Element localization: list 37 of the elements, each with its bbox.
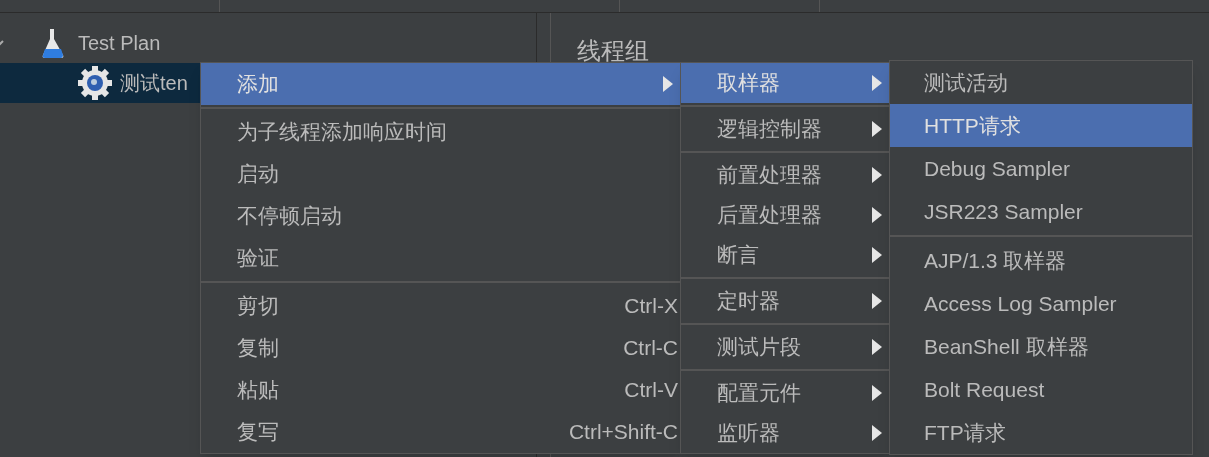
menu-item[interactable]: 测试活动 — [890, 61, 1192, 104]
tree-label: 测试ten — [120, 71, 188, 96]
menu-item[interactable]: 添加 — [201, 63, 680, 105]
menu-item[interactable]: 剪切 Ctrl-X — [201, 285, 680, 327]
menu-item[interactable]: 断言 — [681, 235, 889, 275]
menu-item[interactable]: 启动 — [201, 153, 680, 195]
menu-item[interactable]: 验证 — [201, 237, 680, 279]
menu-item[interactable]: 不停顿启动 — [201, 195, 680, 237]
shortcut-label: Ctrl-C — [623, 335, 679, 362]
menu-item[interactable]: Access Log Sampler — [890, 282, 1192, 325]
menu-item[interactable]: 取样器 — [681, 63, 889, 103]
menu-item[interactable]: Debug Sampler — [890, 147, 1192, 190]
menu-item[interactable]: 测试片段 — [681, 327, 889, 367]
tree-label: Test Plan — [78, 31, 161, 56]
flask-icon — [41, 27, 65, 59]
menu-item[interactable]: 前置处理器 — [681, 155, 889, 195]
panel-title: 线程组 — [577, 37, 650, 65]
menu-item[interactable]: 监听器 — [681, 413, 889, 453]
menu-item[interactable]: 粘贴 Ctrl-V — [201, 369, 680, 411]
menu-item[interactable]: Bolt Request — [890, 368, 1192, 411]
menu-item[interactable]: 为子线程添加响应时间 — [201, 111, 680, 153]
menu-item[interactable]: 逻辑控制器 — [681, 109, 889, 149]
shortcut-label: Ctrl-X — [624, 293, 679, 320]
menu-item[interactable]: 复写 Ctrl+Shift-C — [201, 411, 680, 453]
menu-item[interactable]: HTTP请求 — [890, 104, 1192, 147]
menu-item[interactable]: JSR223 Sampler — [890, 190, 1192, 233]
menu-item[interactable]: BeanShell 取样器 — [890, 325, 1192, 368]
menu-item[interactable]: 后置处理器 — [681, 195, 889, 235]
menu-item[interactable]: 复制 Ctrl-C — [201, 327, 680, 369]
shortcut-label: Ctrl+Shift-C — [568, 419, 679, 446]
menu-item[interactable]: FTP请求 — [890, 411, 1192, 454]
menu-item[interactable]: 定时器 — [681, 281, 889, 321]
tree-row[interactable]: Test Plan — [0, 23, 536, 63]
gear-icon — [77, 65, 113, 101]
menu-item[interactable]: 配置元件 — [681, 373, 889, 413]
menu-item[interactable]: AJP/1.3 取样器 — [890, 239, 1192, 282]
shortcut-label: Ctrl-V — [624, 377, 679, 404]
